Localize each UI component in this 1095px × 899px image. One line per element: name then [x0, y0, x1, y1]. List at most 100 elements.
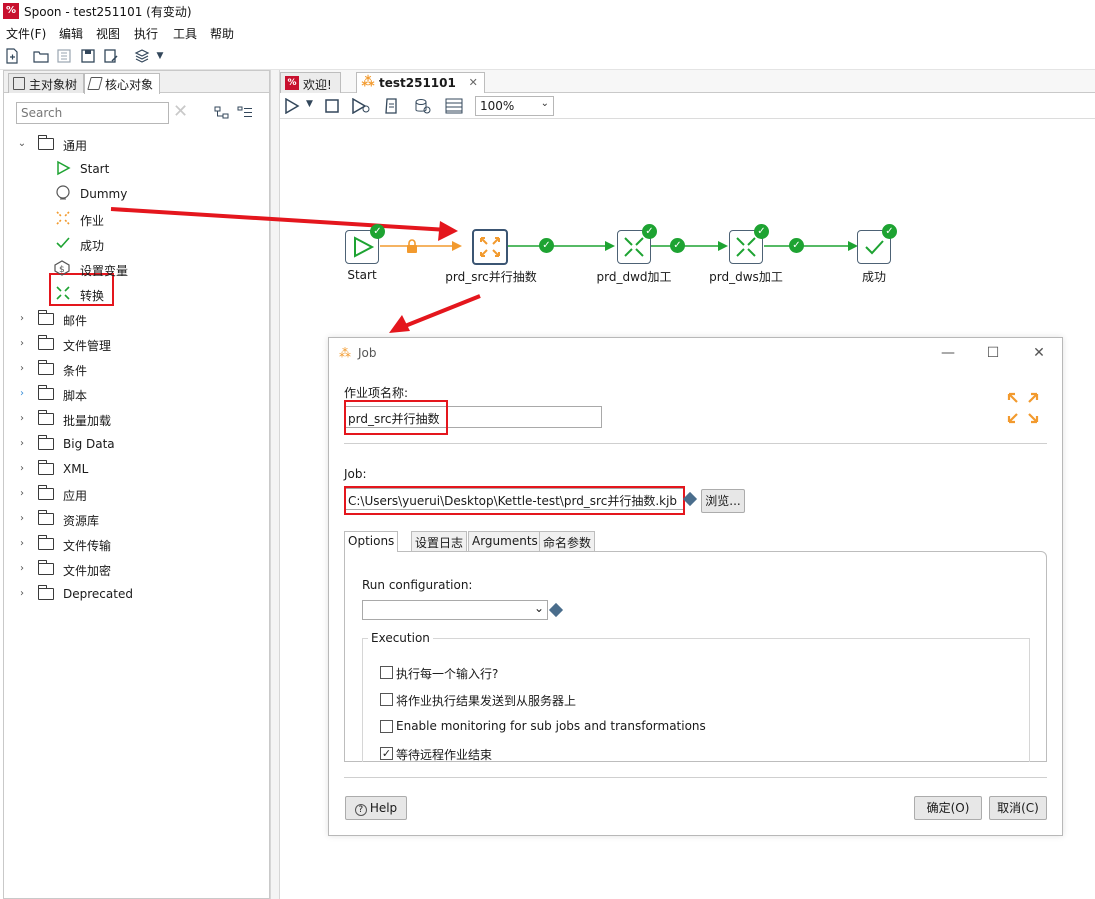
chevron-right-icon[interactable]: ›	[16, 438, 28, 449]
tab-test251101[interactable]: ⁂ test251101 ✕	[356, 72, 485, 93]
tree-folder-repository[interactable]: › 资源库	[16, 508, 266, 533]
tree-folder-file-transfer[interactable]: › 文件传输	[16, 533, 266, 558]
browse-button[interactable]: 浏览...	[701, 489, 745, 513]
tree-folder-file-management[interactable]: › 文件管理	[16, 333, 266, 358]
title-bar: % Spoon - test251101 (有变动)	[0, 0, 1095, 22]
chevron-right-icon[interactable]: ›	[16, 313, 28, 324]
tab-arguments[interactable]: Arguments	[468, 531, 542, 551]
chevron-right-icon[interactable]: ›	[16, 338, 28, 349]
checkbox-exec-each-row[interactable]	[380, 666, 393, 679]
check-job-icon[interactable]	[383, 98, 399, 117]
tree-folder-xml[interactable]: › XML	[16, 458, 266, 483]
folder-icon	[37, 310, 54, 325]
maximize-icon[interactable]: ☐	[978, 342, 1008, 364]
run-icon[interactable]	[284, 97, 300, 117]
tab-options[interactable]: Options	[344, 531, 399, 552]
tree-folder-deprecated[interactable]: › Deprecated	[16, 583, 266, 608]
menu-file[interactable]: 文件(F)	[6, 25, 46, 42]
left-panel-tabs: 主对象树 核心对象	[4, 71, 269, 94]
check-icon	[54, 235, 72, 253]
job-entry-icon	[1005, 390, 1041, 429]
dialog-title-bar: ⁂ Job — ☐ ✕	[329, 338, 1062, 368]
tree-folder-file-encryption[interactable]: › 文件加密	[16, 558, 266, 583]
execution-group-label: Execution	[368, 631, 433, 645]
explore-repo-icon[interactable]	[56, 48, 72, 64]
tree-folder-bulk-loading[interactable]: › 批量加载	[16, 408, 266, 433]
chevron-right-icon[interactable]: ›	[16, 513, 28, 524]
chevron-down-icon[interactable]: ⌄	[16, 138, 28, 149]
tree-item-success[interactable]: 成功	[16, 233, 266, 258]
variable-icon: $	[54, 260, 72, 278]
tab-main-tree[interactable]: 主对象树	[8, 73, 85, 93]
layers-dropdown-icon[interactable]: ▼	[152, 48, 168, 64]
run-config-select[interactable]: ⌄	[362, 600, 548, 620]
sql-icon[interactable]	[414, 98, 432, 117]
open-folder-icon[interactable]	[33, 48, 49, 64]
tree-folder-conditions[interactable]: › 条件	[16, 358, 266, 383]
save-icon[interactable]	[80, 48, 96, 64]
window-title: Spoon - test251101 (有变动)	[24, 5, 192, 19]
checkbox-send-to-slave[interactable]	[380, 693, 393, 706]
preview-icon[interactable]	[352, 97, 370, 117]
menu-tools[interactable]: 工具	[173, 25, 197, 42]
ok-button[interactable]: 确定(O)	[914, 796, 982, 820]
tab-welcome[interactable]: % 欢迎!	[280, 72, 341, 93]
checkbox-wait-remote[interactable]: ✓	[380, 747, 393, 760]
tab-logging[interactable]: 设置日志	[411, 531, 468, 551]
checkbox-enable-monitoring[interactable]	[380, 720, 393, 733]
chevron-right-icon[interactable]: ›	[16, 388, 28, 399]
save-as-icon[interactable]	[103, 48, 119, 64]
highlight-job-name	[344, 400, 448, 435]
tree-item-dummy[interactable]: Dummy	[16, 183, 266, 208]
tree-folder-big-data[interactable]: › Big Data	[16, 433, 266, 458]
tree-folder-general[interactable]: ⌄ 通用	[16, 133, 266, 158]
run-dropdown-icon[interactable]: ▼	[306, 99, 313, 109]
chevron-right-icon[interactable]: ›	[16, 488, 28, 499]
collapse-all-icon[interactable]	[237, 106, 253, 123]
stop-icon[interactable]	[324, 98, 340, 117]
node-prd-src[interactable]	[472, 229, 508, 265]
tree-item-job[interactable]: 作业	[16, 208, 266, 233]
tree-item-set-variables[interactable]: $ 设置变量	[16, 258, 266, 283]
menu-edit[interactable]: 编辑	[59, 25, 83, 42]
search-input[interactable]: Search	[16, 102, 169, 124]
chevron-right-icon[interactable]: ›	[16, 538, 28, 549]
panel-splitter[interactable]	[270, 70, 280, 899]
layers-icon[interactable]	[134, 48, 150, 64]
chevron-right-icon[interactable]: ›	[16, 463, 28, 474]
node-success-label: 成功	[861, 270, 887, 284]
option-label: 执行每一个输入行?	[396, 667, 499, 681]
help-icon: ?	[354, 804, 367, 816]
minimize-icon[interactable]: —	[933, 342, 963, 364]
help-button[interactable]: ? Help	[345, 796, 407, 820]
clear-search-icon[interactable]: ✕	[173, 103, 189, 121]
new-file-icon[interactable]	[4, 48, 20, 64]
chevron-right-icon[interactable]: ›	[16, 413, 28, 424]
grid-icon[interactable]	[445, 98, 463, 117]
tree-folder-utility[interactable]: › 应用	[16, 483, 266, 508]
job-icon	[474, 231, 506, 263]
expand-all-icon[interactable]	[214, 106, 230, 123]
hop-success-icon: ✓	[539, 238, 554, 253]
chevron-right-icon[interactable]: ›	[16, 588, 28, 599]
node-start-label: Start	[347, 268, 377, 282]
close-icon[interactable]: ✕	[1024, 342, 1054, 364]
tab-named-params[interactable]: 命名参数	[539, 531, 596, 551]
variable-icon	[682, 491, 698, 507]
zoom-select[interactable]: 100% ⌄	[475, 96, 554, 116]
menu-view[interactable]: 视图	[96, 25, 120, 42]
tab-core-objects-label: 核心对象	[105, 78, 154, 92]
tab-core-objects[interactable]: 核心对象	[84, 73, 161, 94]
tree-folder-scripting[interactable]: › 脚本	[16, 383, 266, 408]
main-toolbar: ▼	[0, 42, 1095, 70]
menu-help[interactable]: 帮助	[210, 25, 234, 42]
tree-item-start[interactable]: Start	[16, 158, 266, 183]
left-panel: 主对象树 核心对象 Search ✕ ⌄ 通用 Start Dummy 作业 成…	[3, 70, 270, 899]
tree-item-transform[interactable]: 转换	[16, 283, 266, 308]
chevron-right-icon[interactable]: ›	[16, 363, 28, 374]
tree-folder-mail[interactable]: › 邮件	[16, 308, 266, 333]
cancel-button[interactable]: 取消(C)	[989, 796, 1047, 820]
chevron-right-icon[interactable]: ›	[16, 563, 28, 574]
menu-run[interactable]: 执行	[134, 25, 158, 42]
close-tab-icon[interactable]: ✕	[469, 76, 478, 89]
